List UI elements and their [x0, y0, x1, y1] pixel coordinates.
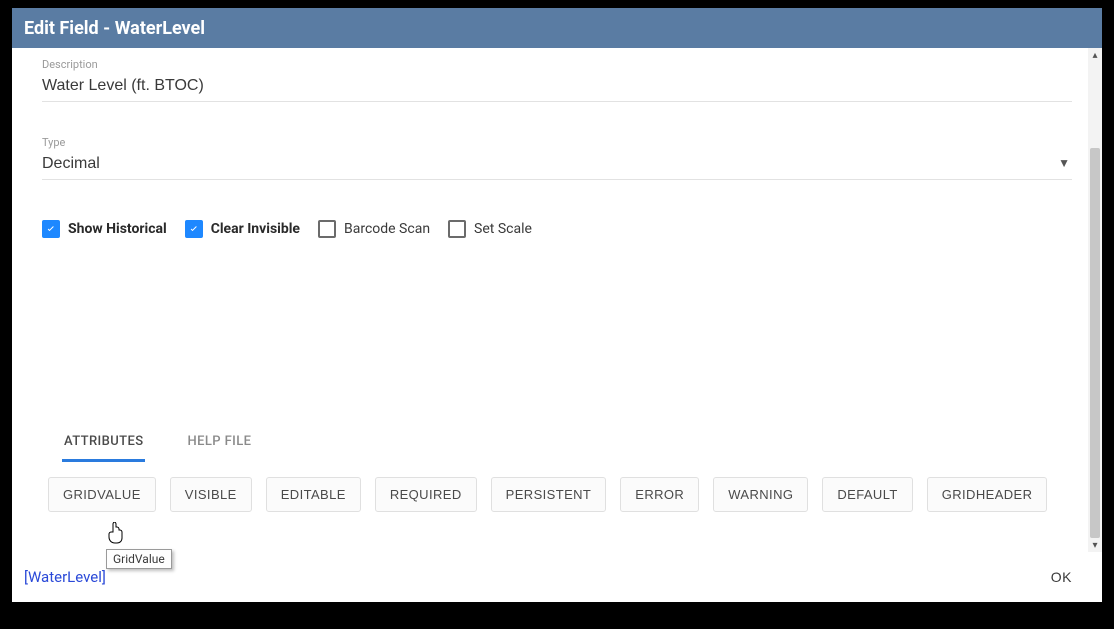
tabs: ATTRIBUTES HELP FILE — [42, 424, 1072, 463]
vertical-scrollbar[interactable]: ▴ ▾ — [1088, 48, 1102, 552]
type-value[interactable] — [42, 151, 1058, 179]
description-field: Description — [42, 58, 1072, 102]
set-scale-label: Set Scale — [474, 221, 532, 237]
description-input[interactable] — [42, 73, 1072, 102]
description-label: Description — [42, 58, 1072, 71]
clear-invisible-checkbox[interactable]: Clear Invisible — [185, 220, 300, 238]
checkbox-icon — [448, 220, 466, 238]
form-body: Description Type ▼ Show Historical Clear… — [12, 48, 1102, 512]
checkbox-icon — [318, 220, 336, 238]
window-title: Edit Field - WaterLevel — [24, 18, 205, 39]
type-select[interactable]: ▼ — [42, 151, 1072, 180]
attr-error-button[interactable]: ERROR — [620, 477, 699, 512]
edit-field-dialog: Edit Field - WaterLevel Description Type… — [12, 8, 1102, 602]
tab-help-file[interactable]: HELP FILE — [185, 424, 253, 462]
checkbox-icon — [185, 220, 203, 238]
chevron-down-icon: ▼ — [1058, 156, 1072, 174]
type-field: Type ▼ — [42, 136, 1072, 180]
barcode-scan-label: Barcode Scan — [344, 221, 430, 237]
type-label: Type — [42, 136, 1072, 149]
attr-visible-button[interactable]: VISIBLE — [170, 477, 252, 512]
show-historical-checkbox[interactable]: Show Historical — [42, 220, 167, 238]
attr-editable-button[interactable]: EDITABLE — [266, 477, 361, 512]
attr-persistent-button[interactable]: PERSISTENT — [491, 477, 607, 512]
ok-button[interactable]: OK — [1051, 569, 1072, 585]
content-area: Description Type ▼ Show Historical Clear… — [12, 48, 1102, 552]
tab-attributes[interactable]: ATTRIBUTES — [62, 424, 145, 462]
attr-default-button[interactable]: DEFAULT — [822, 477, 912, 512]
attr-warning-button[interactable]: WARNING — [713, 477, 808, 512]
checkbox-icon — [42, 220, 60, 238]
attr-required-button[interactable]: REQUIRED — [375, 477, 477, 512]
attr-gridvalue-button[interactable]: GRIDVALUE — [48, 477, 156, 512]
set-scale-checkbox[interactable]: Set Scale — [448, 220, 532, 238]
attribute-buttons: GRIDVALUE VISIBLE EDITABLE REQUIRED PERS… — [42, 463, 1072, 512]
footer: [WaterLevel] OK — [12, 552, 1102, 602]
attr-gridheader-button[interactable]: GRIDHEADER — [927, 477, 1048, 512]
scroll-thumb[interactable] — [1090, 148, 1100, 538]
barcode-scan-checkbox[interactable]: Barcode Scan — [318, 220, 430, 238]
clear-invisible-label: Clear Invisible — [211, 221, 300, 237]
field-reference-link[interactable]: [WaterLevel] — [24, 568, 106, 586]
options-row: Show Historical Clear Invisible Barcode … — [42, 220, 1072, 238]
scroll-up-icon[interactable]: ▴ — [1088, 48, 1102, 62]
scroll-down-icon[interactable]: ▾ — [1088, 538, 1102, 552]
show-historical-label: Show Historical — [68, 221, 167, 237]
titlebar: Edit Field - WaterLevel — [12, 8, 1102, 48]
